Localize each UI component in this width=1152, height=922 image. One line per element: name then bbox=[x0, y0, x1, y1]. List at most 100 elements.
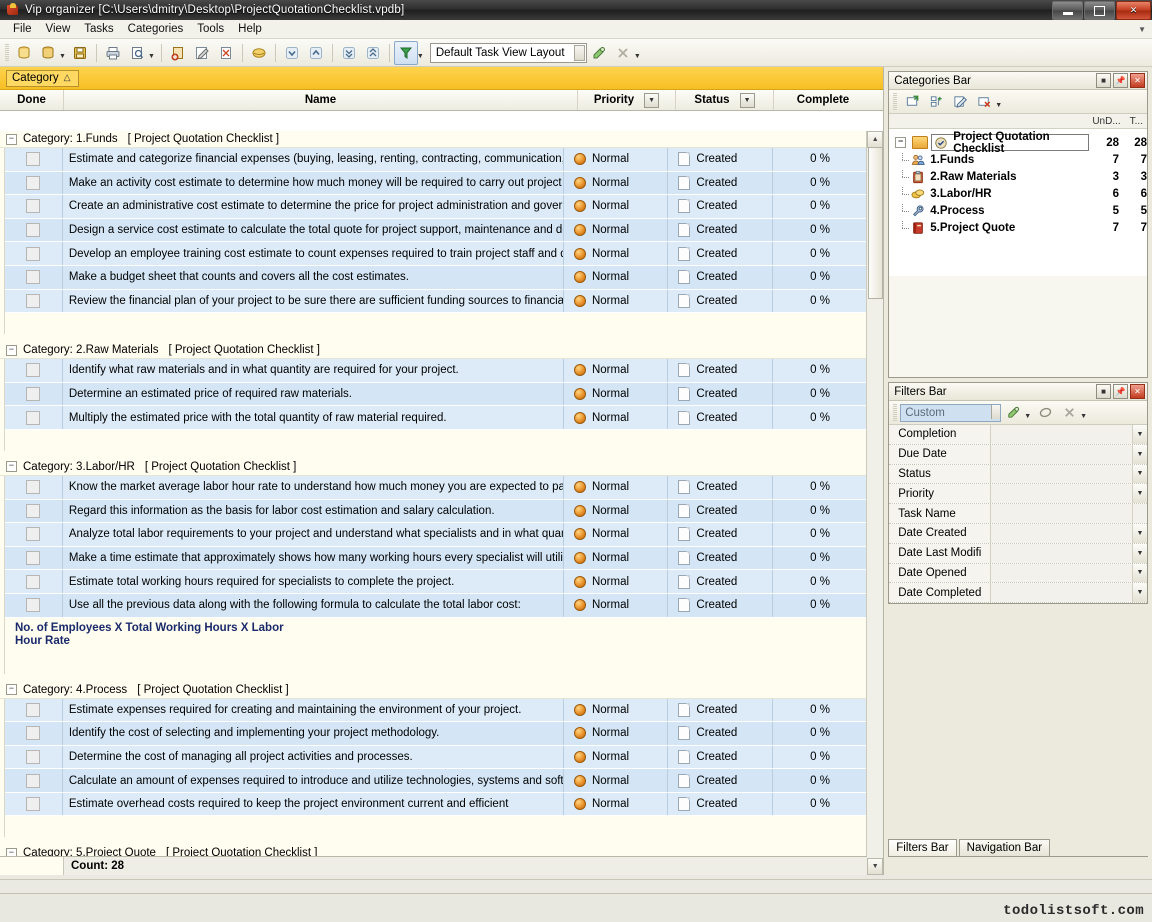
task-status-cell[interactable]: Created bbox=[668, 547, 772, 570]
category-tree-item[interactable]: 4.Process55 bbox=[889, 202, 1147, 219]
filter-row[interactable]: Status▼ bbox=[889, 465, 1147, 485]
task-done-cell[interactable] bbox=[5, 172, 63, 195]
column-header-status[interactable]: Status ▼ bbox=[676, 90, 774, 110]
layout-more-icon[interactable]: ▼ bbox=[634, 45, 641, 60]
category-group-header[interactable]: −Category: 1.Funds[ Project Quotation Ch… bbox=[0, 131, 867, 148]
category-tree-item[interactable]: 1.Funds77 bbox=[889, 151, 1147, 168]
task-name-cell[interactable]: Identify the cost of selecting and imple… bbox=[63, 722, 564, 745]
filter-dropdown-icon[interactable]: ▼ bbox=[417, 45, 424, 60]
task-name-cell[interactable]: Know the market average labor hour rate … bbox=[63, 476, 564, 499]
filter-value-input[interactable] bbox=[991, 484, 1132, 503]
task-done-cell[interactable] bbox=[5, 746, 63, 769]
task-priority-cell[interactable]: Normal bbox=[564, 242, 668, 265]
new-subcategory-icon[interactable] bbox=[924, 90, 948, 114]
task-complete-cell[interactable]: 0 % bbox=[773, 383, 867, 406]
task-priority-cell[interactable]: Normal bbox=[564, 746, 668, 769]
task-row[interactable]: Use all the previous data along with the… bbox=[5, 594, 867, 618]
filter-value-input[interactable] bbox=[991, 583, 1132, 602]
task-done-cell[interactable] bbox=[5, 148, 63, 171]
task-done-cell[interactable] bbox=[5, 219, 63, 242]
filter-dropdown-icon[interactable]: ▼ bbox=[1132, 425, 1147, 444]
task-done-checkbox[interactable] bbox=[26, 199, 40, 213]
task-done-checkbox[interactable] bbox=[26, 480, 40, 494]
task-row[interactable]: Determine an estimated price of required… bbox=[5, 383, 867, 407]
task-done-cell[interactable] bbox=[5, 406, 63, 429]
task-row[interactable]: Multiply the estimated price with the to… bbox=[5, 406, 867, 430]
task-done-cell[interactable] bbox=[5, 523, 63, 546]
task-row[interactable]: Calculate an amount of expenses required… bbox=[5, 769, 867, 793]
filter-dropdown-icon[interactable]: ▼ bbox=[1024, 405, 1031, 420]
task-complete-cell[interactable]: 0 % bbox=[773, 769, 867, 792]
maximize-button[interactable] bbox=[1084, 1, 1115, 20]
task-priority-cell[interactable]: Normal bbox=[564, 359, 668, 382]
task-priority-cell[interactable]: Normal bbox=[564, 383, 668, 406]
category-tree-item[interactable]: 3.Labor/HR66 bbox=[889, 185, 1147, 202]
category-group-header[interactable]: −Category: 4.Process[ Project Quotation … bbox=[0, 682, 867, 699]
open-database-icon[interactable] bbox=[36, 41, 60, 65]
category-tree-root-selection[interactable]: Project Quotation Checklist bbox=[931, 134, 1089, 151]
task-priority-cell[interactable]: Normal bbox=[564, 172, 668, 195]
task-complete-cell[interactable]: 0 % bbox=[773, 266, 867, 289]
task-name-cell[interactable]: Make an activity cost estimate to determ… bbox=[63, 172, 564, 195]
task-status-cell[interactable]: Created bbox=[668, 195, 772, 218]
categories-toolbar-grip[interactable] bbox=[893, 93, 897, 111]
new-category-icon[interactable] bbox=[900, 90, 924, 114]
task-name-cell[interactable]: Use all the previous data along with the… bbox=[63, 594, 564, 617]
filter-value-input[interactable] bbox=[991, 425, 1132, 444]
new-database-icon[interactable] bbox=[12, 41, 36, 65]
task-priority-cell[interactable]: Normal bbox=[564, 570, 668, 593]
priority-filter-dropdown-icon[interactable]: ▼ bbox=[644, 93, 659, 108]
sort-ascending-icon[interactable]: △ bbox=[64, 72, 71, 83]
layout-combobox[interactable]: Default Task View Layout bbox=[430, 43, 587, 63]
filter-dropdown-icon[interactable]: ▼ bbox=[1132, 564, 1147, 583]
task-row[interactable]: Develop an employee training cost estima… bbox=[5, 242, 867, 266]
task-name-cell[interactable]: Estimate overhead costs required to keep… bbox=[63, 793, 564, 816]
filter-row[interactable]: Date Completed▼ bbox=[889, 583, 1147, 603]
task-done-checkbox[interactable] bbox=[26, 726, 40, 740]
categories-bar-close-icon[interactable]: ✕ bbox=[1130, 73, 1145, 88]
filters-more-icon[interactable]: ▼ bbox=[1080, 405, 1087, 420]
task-name-cell[interactable]: Estimate total working hours required fo… bbox=[63, 570, 564, 593]
category-group-header[interactable]: −Category: 3.Labor/HR[ Project Quotation… bbox=[0, 459, 867, 476]
task-name-cell[interactable]: Determine the cost of managing all proje… bbox=[63, 746, 564, 769]
clear-filter-icon[interactable] bbox=[1033, 401, 1057, 425]
minimize-button[interactable] bbox=[1052, 1, 1083, 20]
scroll-up-icon[interactable]: ▲ bbox=[867, 131, 883, 148]
delete-layout-icon[interactable] bbox=[611, 41, 635, 65]
task-complete-cell[interactable]: 0 % bbox=[773, 793, 867, 816]
filter-dropdown-icon[interactable]: ▼ bbox=[1132, 484, 1147, 503]
task-done-cell[interactable] bbox=[5, 769, 63, 792]
task-status-cell[interactable]: Created bbox=[668, 290, 772, 313]
task-status-cell[interactable]: Created bbox=[668, 699, 772, 722]
task-row[interactable]: Make a time estimate that approximately … bbox=[5, 547, 867, 571]
collapse-group-icon[interactable]: − bbox=[6, 684, 17, 695]
print-dropdown-icon[interactable]: ▼ bbox=[148, 45, 155, 60]
task-row[interactable]: Estimate overhead costs required to keep… bbox=[5, 793, 867, 817]
task-done-cell[interactable] bbox=[5, 242, 63, 265]
menu-item-tasks[interactable]: Tasks bbox=[77, 21, 120, 37]
categories-toolbar-dropdown-icon[interactable]: ▼ bbox=[995, 94, 1002, 109]
task-status-cell[interactable]: Created bbox=[668, 722, 772, 745]
delete-filter-icon[interactable] bbox=[1057, 401, 1081, 425]
task-status-cell[interactable]: Created bbox=[668, 570, 772, 593]
task-done-checkbox[interactable] bbox=[26, 294, 40, 308]
task-name-cell[interactable]: Analyze total labor requirements to your… bbox=[63, 523, 564, 546]
filter-dropdown-icon[interactable]: ▼ bbox=[1132, 445, 1147, 464]
layout-spinner-icon[interactable] bbox=[574, 45, 585, 61]
task-priority-cell[interactable]: Normal bbox=[564, 476, 668, 499]
save-layout-icon[interactable] bbox=[587, 41, 611, 65]
task-done-checkbox[interactable] bbox=[26, 575, 40, 589]
task-done-checkbox[interactable] bbox=[26, 527, 40, 541]
task-name-cell[interactable]: Review the financial plan of your projec… bbox=[63, 290, 564, 313]
task-priority-cell[interactable]: Normal bbox=[564, 722, 668, 745]
status-filter-dropdown-icon[interactable]: ▼ bbox=[740, 93, 755, 108]
filter-row[interactable]: Completion▼ bbox=[889, 425, 1147, 445]
task-name-cell[interactable]: Determine an estimated price of required… bbox=[63, 383, 564, 406]
task-done-cell[interactable] bbox=[5, 547, 63, 570]
filters-grid[interactable]: Completion▼Due Date▼Status▼Priority▼Task… bbox=[889, 425, 1147, 603]
task-list-scrollbar[interactable]: ▲ ▼ bbox=[866, 131, 883, 875]
filter-preset-combobox[interactable]: Custom bbox=[900, 404, 1001, 422]
task-status-cell[interactable]: Created bbox=[668, 500, 772, 523]
task-complete-cell[interactable]: 0 % bbox=[773, 172, 867, 195]
task-complete-cell[interactable]: 0 % bbox=[773, 242, 867, 265]
